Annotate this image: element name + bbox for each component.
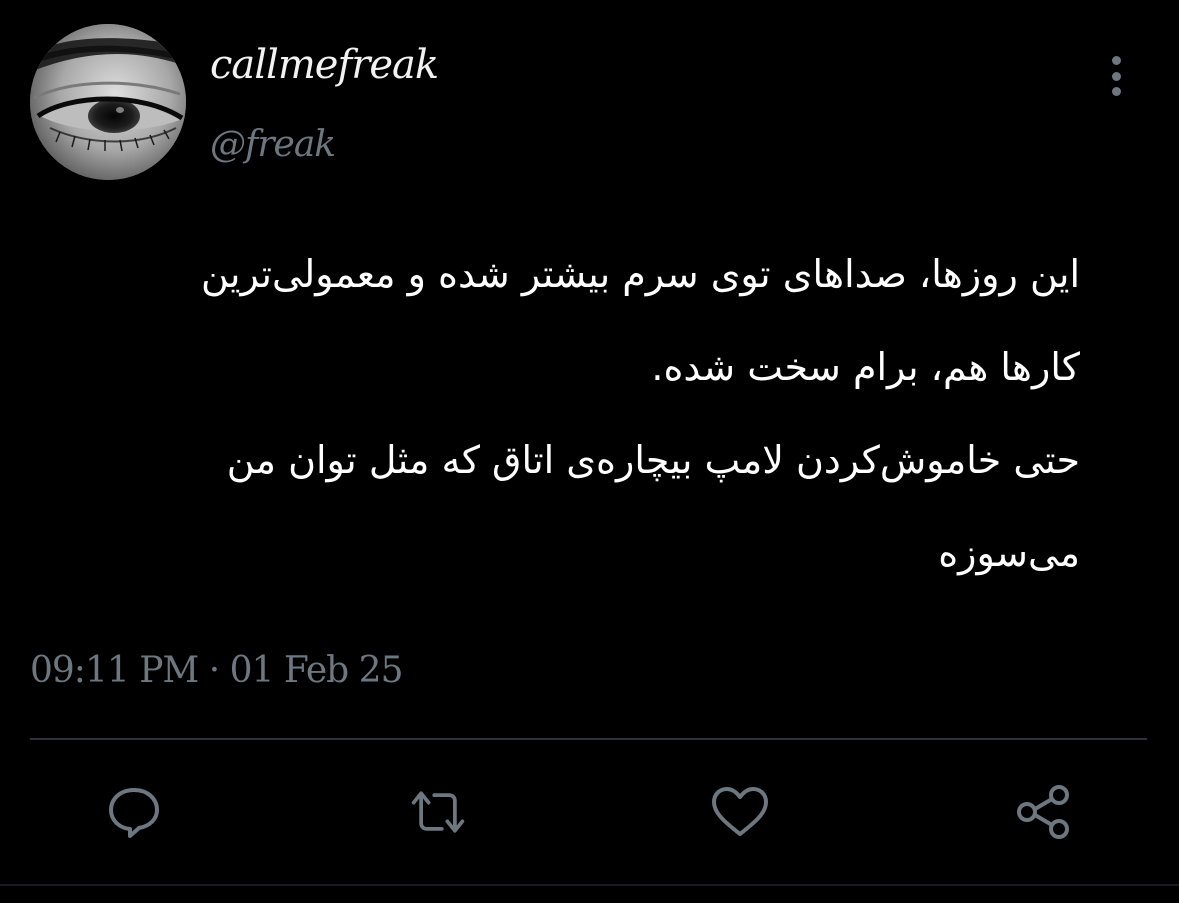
- retweet-icon: [411, 791, 465, 833]
- tweet-text: این روزها، صداهای توی سرم بیشتر شده و مع…: [30, 228, 1080, 600]
- dot-icon: [1111, 56, 1121, 65]
- tweet-card: callmefreak @freak این روزها، صداهای توی…: [0, 0, 1179, 903]
- dot-icon: [1111, 71, 1121, 81]
- eye-photo-icon: [30, 24, 186, 180]
- divider: [30, 738, 1147, 740]
- retweet-button[interactable]: [408, 782, 468, 842]
- dot-icon: [1111, 87, 1121, 96]
- tweet-timestamp[interactable]: 09:11 PM · 01 Feb 25: [30, 650, 403, 691]
- tweet-text-line: کارها هم، برام سخت شده.: [651, 345, 1080, 389]
- share-button[interactable]: [1014, 782, 1074, 842]
- speech-bubble-icon: [109, 788, 159, 838]
- tweet-text-line: این روزها، صداهای توی سرم بیشتر شده و مع…: [200, 252, 1080, 296]
- display-name[interactable]: callmefreak: [210, 42, 439, 88]
- avatar[interactable]: [30, 24, 186, 180]
- divider: [0, 884, 1179, 886]
- more-options-button[interactable]: [1098, 52, 1134, 100]
- heart-icon: [712, 787, 768, 836]
- user-handle[interactable]: @freak: [210, 124, 336, 165]
- tweet-text-line: می‌سوزه: [938, 531, 1080, 575]
- share-icon: [1017, 785, 1069, 839]
- reply-button[interactable]: [104, 782, 164, 842]
- tweet-text-line: حتی خاموش‌کردن لامپ بیچاره‌ی اتاق که مثل…: [226, 438, 1080, 482]
- like-button[interactable]: [710, 782, 770, 842]
